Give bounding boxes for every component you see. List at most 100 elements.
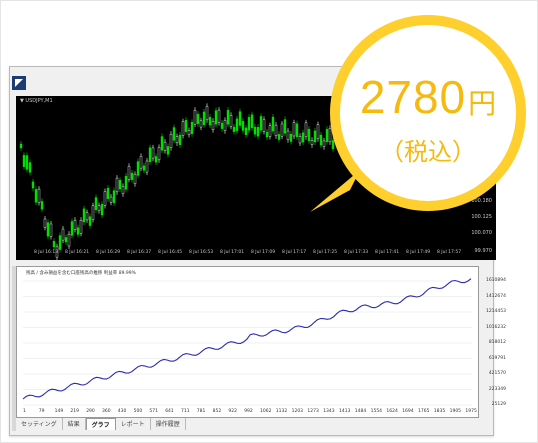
candle [175,136,179,144]
x-tick-label: 1484 [354,409,367,414]
y-tick-label: 1412674 [485,293,506,299]
time-label: 8 Jul 16:29 [96,250,121,255]
y-tick-label: 223349 [488,386,506,392]
candle [106,187,110,199]
candle [169,134,173,148]
candle [322,140,326,147]
candle [178,134,182,145]
candle [148,147,152,162]
time-label: 8 Jul 17:01 [220,250,245,255]
candle [79,220,83,234]
candle [319,134,323,146]
time-label: 8 Jul 17:49 [406,250,431,255]
candle [118,179,122,190]
y-tick-label: 421570 [488,371,506,376]
candle [199,120,203,128]
candle [280,123,284,137]
candle [76,227,80,235]
candle [304,122,308,137]
candle [196,113,200,125]
candle [34,189,38,203]
terminal-logo-icon [12,76,26,90]
time-label: 8 Jul 16:53 [189,250,214,255]
candle [46,222,50,237]
x-tick-label: 1765 [418,409,430,414]
x-tick-label: 1132 [275,409,288,414]
x-tick-label: 781 [196,409,206,414]
candle [25,155,29,170]
candle [202,111,206,125]
x-tick-label: 1203 [291,409,304,414]
candle [85,212,89,221]
badge-pointer [310,170,360,212]
candle [109,196,113,203]
candle [154,156,158,163]
candle [193,110,197,125]
candle [64,237,68,243]
time-label: 8 Jul 17:57 [437,250,462,255]
candle [229,115,233,127]
x-tick-label: 1905 [449,409,462,414]
candle [151,147,155,159]
candle [286,130,290,140]
candle [241,120,245,131]
y-tick-label: 619791 [488,355,506,361]
candle [97,205,101,211]
candle [82,208,86,223]
tab-results[interactable]: 結果 [62,418,86,430]
candle [277,134,281,140]
y-tick-label: 1610894 [485,278,506,283]
y-tick-label: 25129 [491,402,506,407]
candle [103,191,107,206]
candle [67,233,71,247]
candle [265,131,269,138]
candle [160,136,164,151]
candle [301,132,305,143]
candle [28,162,32,173]
time-label: 8 Jul 17:33 [344,250,369,255]
x-tick-label: 1694 [402,409,414,414]
candle [157,147,161,161]
candle [208,117,212,126]
price-level: 99.970 [474,248,493,254]
candle [226,110,230,125]
candle [190,122,194,134]
candle [43,218,47,228]
chart-symbol-label: ▼ USDJPY,M1 [20,98,53,104]
time-label: 8 Jul 16:21 [65,250,90,255]
candle [289,133,293,142]
candle [115,177,119,193]
candle [232,126,236,132]
x-tick-label: 922 [228,409,237,414]
y-tick-label: 1214453 [485,309,506,314]
price-level: 100.125 [471,214,492,220]
x-tick-label: 1273 [307,409,319,414]
x-tick-label: 1413 [339,409,351,414]
candle [271,116,275,132]
tab-settings[interactable]: セッティング [16,418,63,430]
x-tick-label: 1975 [465,409,477,414]
candle [52,241,56,248]
candle [49,223,53,237]
tab-report[interactable]: レポート [115,418,151,430]
candle [91,205,95,220]
price-level: 100.070 [471,230,492,236]
equity-curve-plot [22,278,472,406]
candle [166,146,170,155]
candle [184,120,188,132]
candle [238,111,242,126]
candle [187,130,191,135]
candle [292,122,296,137]
candle [298,136,302,144]
candle [283,119,287,134]
candle [145,160,149,173]
candle [247,116,251,131]
candle [31,181,35,189]
candle [262,119,266,132]
tab-graph[interactable]: グラフ [85,418,116,430]
tab-journal[interactable]: 操作履歴 [150,418,186,430]
candle [214,110,218,125]
y-tick-label: 818012 [488,340,506,345]
candle [253,126,257,135]
time-label: 8 Jul 16:13 [34,250,59,255]
